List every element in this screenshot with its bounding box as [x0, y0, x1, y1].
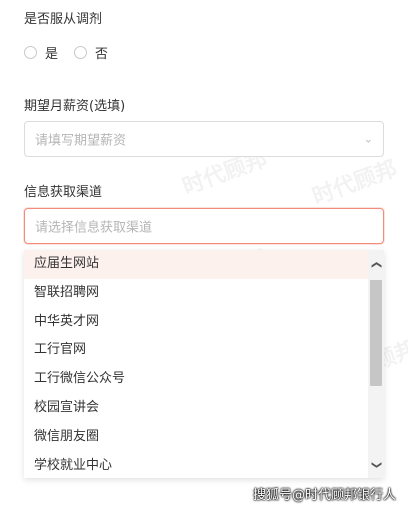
obey-adjustment-radio-group: 是 否: [24, 42, 124, 62]
channel-dropdown-list[interactable]: 应届生网站 智联招聘网 中华英才网 工行官网 工行微信公众号 校园宣讲会 微信朋…: [24, 250, 384, 478]
watermark: 时代顾邦: [308, 155, 401, 211]
scrollbar-thumb[interactable]: [370, 280, 382, 386]
list-item[interactable]: 中华英才网: [24, 308, 384, 337]
list-item[interactable]: 微信朋友圈: [24, 423, 384, 452]
expected-salary-placeholder: 请填写期望薪资: [35, 133, 127, 149]
list-item[interactable]: 应届生网站: [24, 250, 384, 279]
radio-no[interactable]: [74, 45, 88, 59]
obey-adjustment-label: 是否服从调剂: [24, 12, 103, 27]
channel-select[interactable]: 请选择信息获取渠道: [24, 208, 384, 244]
expected-salary-input[interactable]: 请填写期望薪资 ⌄: [24, 121, 384, 157]
radio-no-label: 否: [95, 46, 109, 62]
radio-yes[interactable]: [24, 45, 37, 59]
scroll-down-icon[interactable]: ❯: [367, 457, 384, 473]
list-item[interactable]: 学校就业中心: [24, 452, 384, 478]
footer-watermark: 搜狐号@时代顾邦银行人: [252, 488, 396, 503]
channel-label: 信息获取渠道: [24, 185, 103, 200]
list-item[interactable]: 工行微信公众号: [24, 365, 384, 394]
radio-yes-label: 是: [45, 46, 59, 62]
chevron-down-icon: ⌄: [363, 132, 373, 146]
list-item[interactable]: 智联招聘网: [24, 279, 384, 308]
expected-salary-label: 期望月薪资(选填): [24, 99, 126, 114]
list-item[interactable]: 工行官网: [24, 336, 384, 365]
list-item[interactable]: 校园宣讲会: [24, 394, 384, 423]
scrollbar[interactable]: ❮ ❯: [368, 250, 384, 478]
channel-placeholder: 请选择信息获取渠道: [35, 220, 153, 236]
scroll-up-icon[interactable]: ❮: [367, 257, 384, 273]
